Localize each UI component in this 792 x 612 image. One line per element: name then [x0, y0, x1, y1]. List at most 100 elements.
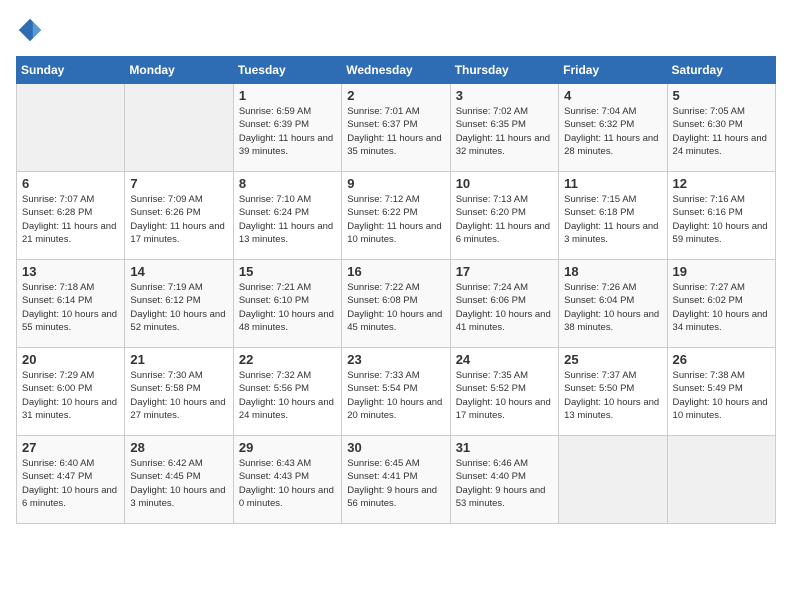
cell-info: Sunrise: 6:40 AM Sunset: 4:47 PM Dayligh…: [22, 457, 119, 510]
cell-info: Sunrise: 7:12 AM Sunset: 6:22 PM Dayligh…: [347, 193, 444, 246]
calendar-cell: 7 Sunrise: 7:09 AM Sunset: 6:26 PM Daylig…: [125, 172, 233, 260]
cell-info: Sunrise: 7:26 AM Sunset: 6:04 PM Dayligh…: [564, 281, 661, 334]
weekday-header-sunday: Sunday: [17, 57, 125, 84]
cell-info: Sunrise: 7:05 AM Sunset: 6:30 PM Dayligh…: [673, 105, 770, 158]
calendar-cell: 26 Sunrise: 7:38 AM Sunset: 5:49 PM Dayli…: [667, 348, 775, 436]
day-number: 26: [673, 352, 770, 367]
calendar-cell: [559, 436, 667, 524]
day-number: 9: [347, 176, 444, 191]
day-number: 19: [673, 264, 770, 279]
day-number: 30: [347, 440, 444, 455]
calendar-table: SundayMondayTuesdayWednesdayThursdayFrid…: [16, 56, 776, 524]
calendar-cell: [125, 84, 233, 172]
calendar-cell: 9 Sunrise: 7:12 AM Sunset: 6:22 PM Daylig…: [342, 172, 450, 260]
cell-info: Sunrise: 7:21 AM Sunset: 6:10 PM Dayligh…: [239, 281, 336, 334]
calendar-cell: 5 Sunrise: 7:05 AM Sunset: 6:30 PM Daylig…: [667, 84, 775, 172]
day-number: 29: [239, 440, 336, 455]
calendar-cell: 21 Sunrise: 7:30 AM Sunset: 5:58 PM Dayli…: [125, 348, 233, 436]
cell-info: Sunrise: 7:13 AM Sunset: 6:20 PM Dayligh…: [456, 193, 553, 246]
calendar-cell: 2 Sunrise: 7:01 AM Sunset: 6:37 PM Daylig…: [342, 84, 450, 172]
cell-info: Sunrise: 7:32 AM Sunset: 5:56 PM Dayligh…: [239, 369, 336, 422]
day-number: 21: [130, 352, 227, 367]
calendar-cell: 4 Sunrise: 7:04 AM Sunset: 6:32 PM Daylig…: [559, 84, 667, 172]
calendar-cell: 27 Sunrise: 6:40 AM Sunset: 4:47 PM Dayli…: [17, 436, 125, 524]
calendar-cell: 12 Sunrise: 7:16 AM Sunset: 6:16 PM Dayli…: [667, 172, 775, 260]
calendar-cell: 19 Sunrise: 7:27 AM Sunset: 6:02 PM Dayli…: [667, 260, 775, 348]
calendar-cell: 23 Sunrise: 7:33 AM Sunset: 5:54 PM Dayli…: [342, 348, 450, 436]
day-number: 22: [239, 352, 336, 367]
cell-info: Sunrise: 7:24 AM Sunset: 6:06 PM Dayligh…: [456, 281, 553, 334]
calendar-cell: 15 Sunrise: 7:21 AM Sunset: 6:10 PM Dayli…: [233, 260, 341, 348]
weekday-header-monday: Monday: [125, 57, 233, 84]
day-number: 8: [239, 176, 336, 191]
cell-info: Sunrise: 7:27 AM Sunset: 6:02 PM Dayligh…: [673, 281, 770, 334]
weekday-header-saturday: Saturday: [667, 57, 775, 84]
calendar-cell: 22 Sunrise: 7:32 AM Sunset: 5:56 PM Dayli…: [233, 348, 341, 436]
day-number: 13: [22, 264, 119, 279]
cell-info: Sunrise: 7:16 AM Sunset: 6:16 PM Dayligh…: [673, 193, 770, 246]
calendar-cell: 30 Sunrise: 6:45 AM Sunset: 4:41 PM Dayli…: [342, 436, 450, 524]
day-number: 24: [456, 352, 553, 367]
cell-info: Sunrise: 7:29 AM Sunset: 6:00 PM Dayligh…: [22, 369, 119, 422]
page-header: [16, 16, 776, 44]
cell-info: Sunrise: 6:45 AM Sunset: 4:41 PM Dayligh…: [347, 457, 444, 510]
day-number: 11: [564, 176, 661, 191]
cell-info: Sunrise: 7:19 AM Sunset: 6:12 PM Dayligh…: [130, 281, 227, 334]
cell-info: Sunrise: 6:59 AM Sunset: 6:39 PM Dayligh…: [239, 105, 336, 158]
weekday-header-tuesday: Tuesday: [233, 57, 341, 84]
calendar-cell: [667, 436, 775, 524]
calendar-cell: [17, 84, 125, 172]
cell-info: Sunrise: 7:02 AM Sunset: 6:35 PM Dayligh…: [456, 105, 553, 158]
day-number: 31: [456, 440, 553, 455]
day-number: 14: [130, 264, 227, 279]
day-number: 3: [456, 88, 553, 103]
cell-info: Sunrise: 6:46 AM Sunset: 4:40 PM Dayligh…: [456, 457, 553, 510]
calendar-cell: 10 Sunrise: 7:13 AM Sunset: 6:20 PM Dayli…: [450, 172, 558, 260]
day-number: 4: [564, 88, 661, 103]
calendar-cell: 1 Sunrise: 6:59 AM Sunset: 6:39 PM Daylig…: [233, 84, 341, 172]
cell-info: Sunrise: 7:22 AM Sunset: 6:08 PM Dayligh…: [347, 281, 444, 334]
day-number: 27: [22, 440, 119, 455]
calendar-cell: 14 Sunrise: 7:19 AM Sunset: 6:12 PM Dayli…: [125, 260, 233, 348]
day-number: 6: [22, 176, 119, 191]
cell-info: Sunrise: 7:15 AM Sunset: 6:18 PM Dayligh…: [564, 193, 661, 246]
cell-info: Sunrise: 7:09 AM Sunset: 6:26 PM Dayligh…: [130, 193, 227, 246]
day-number: 28: [130, 440, 227, 455]
cell-info: Sunrise: 7:35 AM Sunset: 5:52 PM Dayligh…: [456, 369, 553, 422]
calendar-cell: 18Sunrise: 7:26 AM Sunset: 6:04 PM Dayli…: [559, 260, 667, 348]
calendar-cell: 20 Sunrise: 7:29 AM Sunset: 6:00 PM Dayli…: [17, 348, 125, 436]
calendar-cell: 28 Sunrise: 6:42 AM Sunset: 4:45 PM Dayli…: [125, 436, 233, 524]
weekday-header-thursday: Thursday: [450, 57, 558, 84]
day-number: 25: [564, 352, 661, 367]
day-number: 5: [673, 88, 770, 103]
day-number: 15: [239, 264, 336, 279]
calendar-cell: 11 Sunrise: 7:15 AM Sunset: 6:18 PM Dayli…: [559, 172, 667, 260]
cell-info: Sunrise: 7:01 AM Sunset: 6:37 PM Dayligh…: [347, 105, 444, 158]
cell-info: Sunrise: 7:07 AM Sunset: 6:28 PM Dayligh…: [22, 193, 119, 246]
calendar-cell: 13Sunrise: 7:18 AM Sunset: 6:14 PM Dayli…: [17, 260, 125, 348]
cell-info: Sunrise: 7:33 AM Sunset: 5:54 PM Dayligh…: [347, 369, 444, 422]
day-number: 1: [239, 88, 336, 103]
calendar-cell: 29 Sunrise: 6:43 AM Sunset: 4:43 PM Dayli…: [233, 436, 341, 524]
day-number: 20: [22, 352, 119, 367]
cell-info: Sunrise: 6:43 AM Sunset: 4:43 PM Dayligh…: [239, 457, 336, 510]
calendar-cell: 25 Sunrise: 7:37 AM Sunset: 5:50 PM Dayli…: [559, 348, 667, 436]
weekday-header-friday: Friday: [559, 57, 667, 84]
cell-info: Sunrise: 7:30 AM Sunset: 5:58 PM Dayligh…: [130, 369, 227, 422]
calendar-cell: 16Sunrise: 7:22 AM Sunset: 6:08 PM Dayli…: [342, 260, 450, 348]
day-number: 12: [673, 176, 770, 191]
calendar-cell: 6 Sunrise: 7:07 AM Sunset: 6:28 PM Daylig…: [17, 172, 125, 260]
day-number: 7: [130, 176, 227, 191]
weekday-header-wednesday: Wednesday: [342, 57, 450, 84]
day-number: 17: [456, 264, 553, 279]
cell-info: Sunrise: 7:37 AM Sunset: 5:50 PM Dayligh…: [564, 369, 661, 422]
day-number: 23: [347, 352, 444, 367]
cell-info: Sunrise: 7:38 AM Sunset: 5:49 PM Dayligh…: [673, 369, 770, 422]
cell-info: Sunrise: 7:04 AM Sunset: 6:32 PM Dayligh…: [564, 105, 661, 158]
day-number: 2: [347, 88, 444, 103]
calendar-cell: 31 Sunrise: 6:46 AM Sunset: 4:40 PM Dayli…: [450, 436, 558, 524]
cell-info: Sunrise: 7:10 AM Sunset: 6:24 PM Dayligh…: [239, 193, 336, 246]
day-number: 10: [456, 176, 553, 191]
calendar-cell: 17 Sunrise: 7:24 AM Sunset: 6:06 PM Dayli…: [450, 260, 558, 348]
cell-info: Sunrise: 6:42 AM Sunset: 4:45 PM Dayligh…: [130, 457, 227, 510]
